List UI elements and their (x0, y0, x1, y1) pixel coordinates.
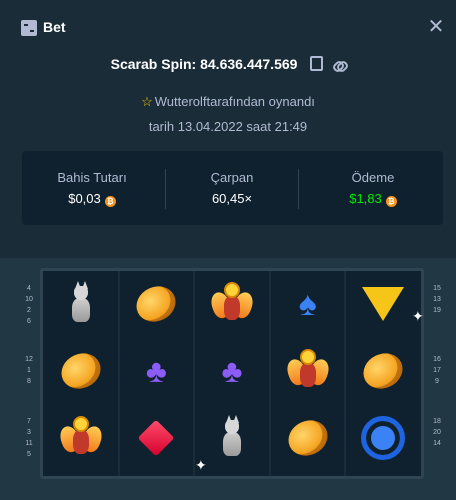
payline-number: 5 (27, 451, 31, 458)
spin-title: Scarab Spin: 84.636.447.569 (110, 56, 298, 72)
reel-divider (268, 271, 271, 476)
scarab-symbol-icon (208, 282, 256, 326)
btc-coin-icon: ₿ (385, 196, 397, 207)
payout-value: $1,83 ₿ (303, 191, 443, 207)
payline-number: 11 (25, 440, 33, 447)
triangle-symbol-icon (362, 287, 405, 321)
reel-cell (353, 275, 413, 333)
payline-number: 10 (25, 296, 33, 303)
reel-cell (202, 275, 262, 333)
multiplier-value: 60,45× (211, 191, 253, 206)
scarab-symbol-icon (56, 416, 105, 460)
payline-number: 4 (27, 285, 31, 292)
bet-stats-panel: Bahis Tutarı $0,03 ₿ Çarpan 60,45× Ödeme … (22, 151, 443, 225)
payline-number: 17 (433, 367, 441, 374)
played-by-text[interactable]: Wutterolftarafından oynandı (155, 94, 315, 109)
payline-group-right: 16 17 9 (430, 354, 444, 387)
sparkle-icon: ✦ (195, 457, 207, 473)
payline-number: 16 (433, 356, 441, 363)
reel-cell (126, 275, 186, 333)
bet-amount-value: $0,03 ₿ (22, 191, 162, 207)
copy-icon[interactable] (309, 56, 323, 71)
payline-number: 3 (27, 429, 31, 436)
payline-number: 6 (27, 318, 31, 325)
payout-label: Ödeme (351, 170, 395, 185)
reel-cell (51, 409, 111, 467)
ring-symbol-icon (361, 416, 406, 460)
reel-cell: ♣ (202, 342, 262, 400)
multiplier-label: Çarpan (210, 170, 254, 185)
payline-group-left: 12 1 8 (22, 354, 36, 387)
payline-number: 2 (27, 307, 31, 314)
diamond-symbol-icon (138, 419, 175, 457)
payline-number: 1 (27, 367, 31, 374)
reel-divider (117, 271, 120, 476)
cat-statue-symbol-icon (70, 281, 92, 322)
coin-symbol-icon (55, 347, 107, 395)
payline-number: 19 (433, 307, 441, 314)
played-by: ☆ Wutterolftarafından oynandı (0, 94, 456, 110)
payline-number: 9 (435, 378, 439, 385)
club-symbol-icon: ♣ (221, 353, 243, 389)
reel-cell (353, 409, 413, 467)
payline-number: 15 (433, 285, 441, 292)
modal-title: Bet (43, 19, 66, 35)
sparkle-icon: ✦ (412, 308, 424, 324)
reel-cell (51, 275, 111, 333)
bet-date: tarih 13.04.2022 saat 21:49 (148, 119, 308, 134)
reel-cell (51, 342, 111, 400)
bet-amount-label: Bahis Tutarı (57, 170, 127, 185)
modal-header: Bet ✕ (0, 0, 456, 56)
reel-cell (202, 409, 262, 467)
payline-number: 8 (27, 378, 31, 385)
coin-symbol-icon (282, 414, 333, 462)
reel-cell (126, 409, 186, 467)
scarab-symbol-icon (283, 349, 332, 393)
close-button[interactable]: ✕ (424, 14, 448, 40)
payline-group-left: 4 10 2 6 (22, 283, 36, 327)
coin-symbol-icon (131, 280, 182, 328)
payline-number: 12 (25, 356, 33, 363)
bet-amount-stat: Bahis Tutarı $0,03 ₿ (22, 151, 162, 225)
link-icon[interactable] (331, 59, 350, 74)
btc-coin-icon: ₿ (104, 196, 116, 207)
payline-number: 13 (433, 296, 441, 303)
star-icon: ☆ (141, 94, 153, 109)
reel-cell (353, 342, 413, 400)
club-symbol-icon: ♣ (145, 353, 167, 389)
reel-cell: ♠ (278, 275, 338, 333)
coin-symbol-icon (357, 347, 409, 395)
payline-number: 20 (433, 429, 441, 436)
payline-group-left: 7 3 11 5 (22, 416, 36, 460)
reel-cell (278, 342, 338, 400)
spade-symbol-icon: ♠ (298, 285, 317, 323)
slot-reels: ♣ ♣ ♠ (40, 268, 424, 479)
cat-statue-symbol-icon (221, 415, 243, 456)
reel-cell: ♣ (126, 342, 186, 400)
reel-cell (278, 409, 338, 467)
spin-row: Scarab Spin: 84.636.447.569 (0, 56, 456, 74)
bet-icon (21, 20, 37, 36)
payline-number: 18 (433, 418, 441, 425)
payline-group-right: 15 13 19 (430, 283, 444, 316)
reel-divider (193, 271, 196, 476)
multiplier-stat: Çarpan 60,45× (162, 151, 302, 225)
payline-number: 7 (27, 418, 31, 425)
divider (298, 169, 299, 209)
payout-stat: Ödeme $1,83 ₿ (303, 151, 443, 225)
reel-divider (344, 271, 347, 476)
payline-number: 14 (433, 440, 441, 447)
payline-group-right: 18 20 14 (430, 416, 444, 449)
